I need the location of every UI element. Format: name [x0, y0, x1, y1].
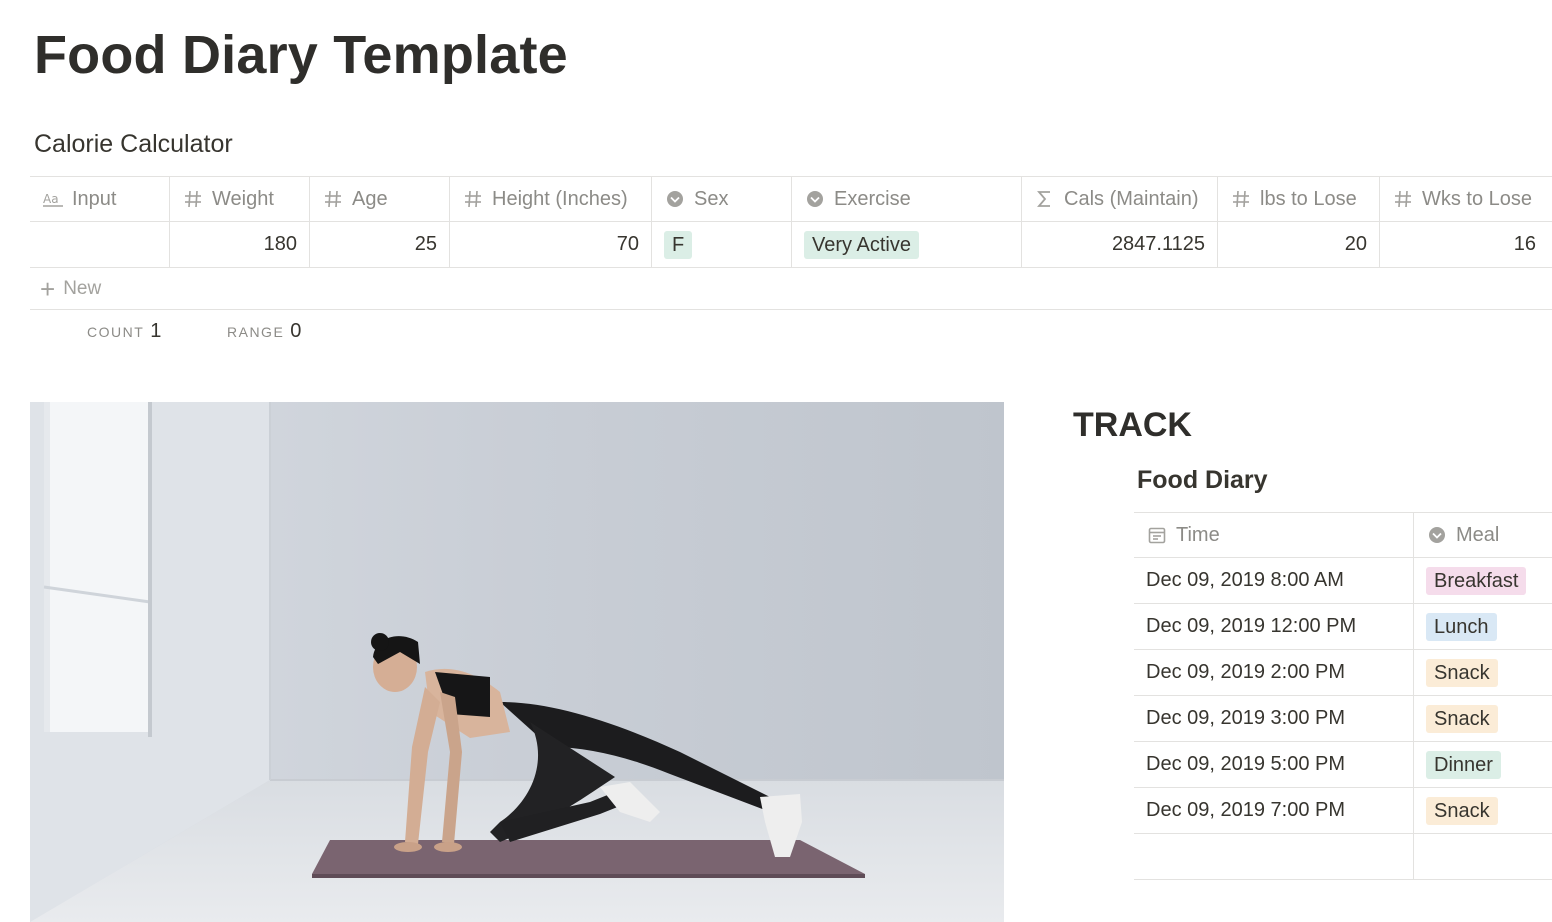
- cell-lbs[interactable]: 20: [1218, 222, 1380, 267]
- cell-time[interactable]: Dec 09, 2019 2:00 PM: [1134, 650, 1414, 695]
- column-header-weight[interactable]: Weight: [170, 177, 310, 221]
- count-aggregate[interactable]: COUNT 1: [87, 320, 161, 343]
- range-aggregate[interactable]: RANGE 0: [227, 320, 301, 343]
- table-row[interactable]: Dec 09, 2019 7:00 PM Snack: [1134, 788, 1552, 834]
- table-row[interactable]: Dec 09, 2019 3:00 PM Snack: [1134, 696, 1552, 742]
- sigma-icon: [1034, 188, 1056, 210]
- cell-height[interactable]: 70: [450, 222, 652, 267]
- meal-tag: Breakfast: [1426, 566, 1527, 595]
- table-row[interactable]: 180 25 70 F Very Active 2847.1125 20 16: [30, 222, 1552, 268]
- text-icon: Aa: [42, 188, 64, 210]
- meal-tag: Snack: [1426, 796, 1498, 825]
- column-header-age[interactable]: Age: [310, 177, 450, 221]
- select-icon: [1426, 524, 1448, 546]
- track-heading: TRACK: [1073, 406, 1192, 444]
- cell-time[interactable]: Dec 09, 2019 7:00 PM: [1134, 788, 1414, 833]
- table-row[interactable]: Dec 09, 2019 2:00 PM Snack: [1134, 650, 1552, 696]
- cell-meal[interactable]: Snack: [1414, 650, 1552, 695]
- meal-tag: Dinner: [1426, 750, 1501, 779]
- page-title: Food Diary Template: [34, 25, 568, 85]
- hash-icon: [1230, 188, 1252, 210]
- cell-meal[interactable]: Lunch: [1414, 604, 1552, 649]
- cell-sex[interactable]: F: [652, 222, 792, 267]
- column-header-lbs[interactable]: lbs to Lose: [1218, 177, 1380, 221]
- cell-time[interactable]: Dec 09, 2019 3:00 PM: [1134, 696, 1414, 741]
- hash-icon: [1392, 188, 1414, 210]
- cell-time[interactable]: Dec 09, 2019 5:00 PM: [1134, 742, 1414, 787]
- cell-meal[interactable]: Breakfast: [1414, 558, 1552, 603]
- food-diary-title[interactable]: Food Diary: [1137, 466, 1268, 495]
- column-header-exercise[interactable]: Exercise: [792, 177, 1022, 221]
- table-header: Time Meal: [1134, 512, 1552, 558]
- cell-wks[interactable]: 16: [1380, 222, 1548, 267]
- cell-meal[interactable]: Snack: [1414, 788, 1552, 833]
- cell-exercise[interactable]: Very Active: [792, 222, 1022, 267]
- select-icon: [804, 188, 826, 210]
- cell-cals[interactable]: 2847.1125: [1022, 222, 1218, 267]
- cell-time[interactable]: Dec 09, 2019 12:00 PM: [1134, 604, 1414, 649]
- table-row[interactable]: Dec 09, 2019 5:00 PM Dinner: [1134, 742, 1552, 788]
- woman-plank-illustration: [30, 402, 1004, 922]
- plus-icon: +: [40, 273, 56, 304]
- cell-meal[interactable]: [1414, 834, 1552, 879]
- cell-meal[interactable]: Snack: [1414, 696, 1552, 741]
- cell-age[interactable]: 25: [310, 222, 450, 267]
- svg-text:Aa: Aa: [43, 192, 59, 206]
- meal-tag: Snack: [1426, 658, 1498, 687]
- food-diary-table: Time Meal Dec 09, 2019 8:00 AM Breakfast…: [1134, 512, 1552, 880]
- table-row[interactable]: Dec 09, 2019 8:00 AM Breakfast: [1134, 558, 1552, 604]
- cell-time[interactable]: Dec 09, 2019 8:00 AM: [1134, 558, 1414, 603]
- meal-tag: Lunch: [1426, 612, 1497, 641]
- empty-row[interactable]: [1134, 834, 1552, 880]
- column-header-sex[interactable]: Sex: [652, 177, 792, 221]
- hash-icon: [462, 188, 484, 210]
- calorie-calculator-table: Aa Input Weight Age Height (Inches) Sex …: [30, 176, 1552, 310]
- hash-icon: [182, 188, 204, 210]
- table-header: Aa Input Weight Age Height (Inches) Sex …: [30, 176, 1552, 222]
- column-header-meal[interactable]: Meal: [1414, 513, 1552, 557]
- cell-meal[interactable]: Dinner: [1414, 742, 1552, 787]
- new-row-button[interactable]: + New: [30, 268, 1552, 310]
- new-row-label: New: [63, 277, 102, 299]
- column-header-cals[interactable]: Cals (Maintain): [1022, 177, 1218, 221]
- column-header-wks[interactable]: Wks to Lose: [1380, 177, 1548, 221]
- column-header-input[interactable]: Aa Input: [30, 177, 170, 221]
- cell-time[interactable]: [1134, 834, 1414, 879]
- cell-weight[interactable]: 180: [170, 222, 310, 267]
- sex-tag: F: [664, 230, 693, 259]
- meal-tag: Snack: [1426, 704, 1498, 733]
- table-row[interactable]: Dec 09, 2019 12:00 PM Lunch: [1134, 604, 1552, 650]
- exercise-photo: [30, 402, 1004, 922]
- exercise-tag: Very Active: [804, 230, 919, 259]
- column-header-time[interactable]: Time: [1134, 513, 1414, 557]
- select-icon: [664, 188, 686, 210]
- calendar-icon: [1146, 524, 1168, 546]
- hash-icon: [322, 188, 344, 210]
- calculator-title[interactable]: Calorie Calculator: [34, 130, 233, 159]
- column-header-height[interactable]: Height (Inches): [450, 177, 652, 221]
- cell-input[interactable]: [30, 222, 170, 267]
